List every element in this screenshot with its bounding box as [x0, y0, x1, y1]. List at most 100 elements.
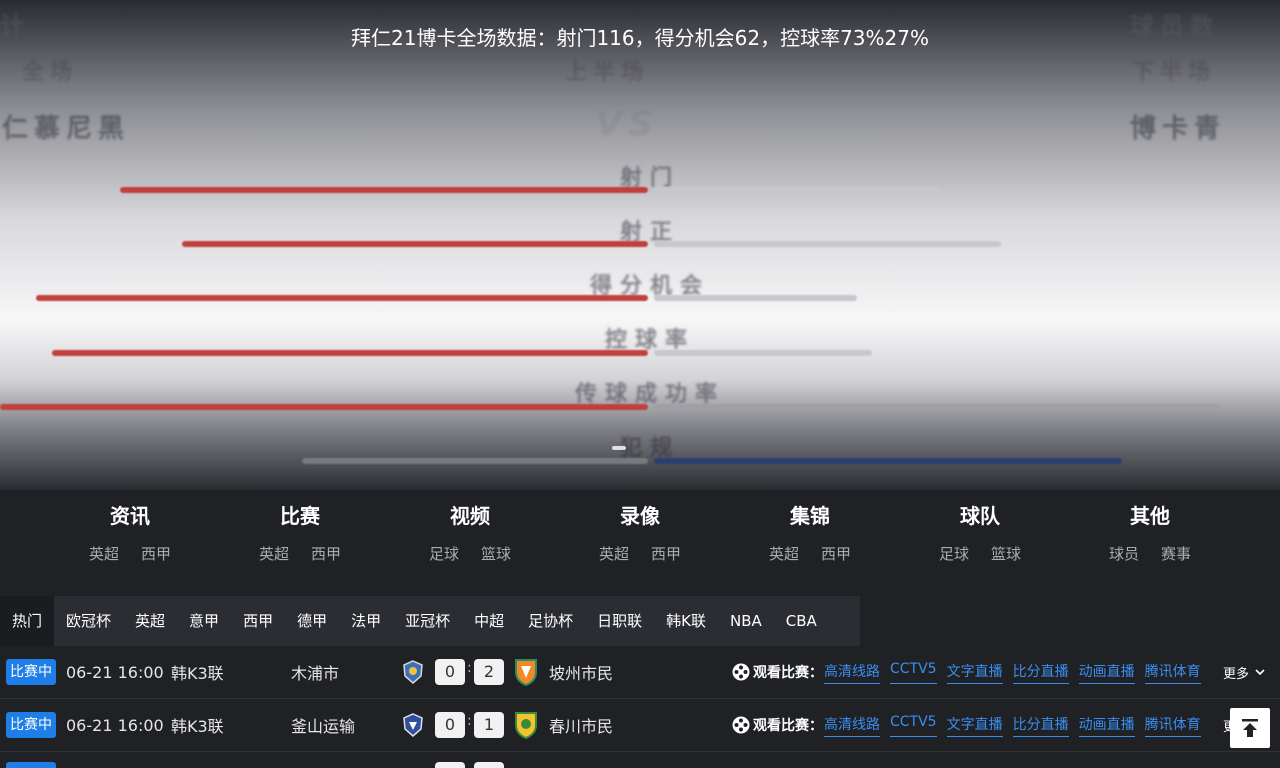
watch-label: 观看比赛：	[753, 665, 823, 681]
category-videos: 视频 足球 篮球	[395, 490, 545, 580]
tab-ucl[interactable]: 欧冠杯	[54, 596, 123, 646]
home-team-logo-icon	[403, 660, 423, 684]
stream-link-score[interactable]: 比分直播	[1012, 714, 1069, 737]
stream-link-text[interactable]: 文字直播	[946, 714, 1003, 737]
category-sub-link[interactable]: 英超	[599, 543, 629, 564]
tab-hot[interactable]: 热门	[0, 596, 55, 646]
ghost-home-team: 拜仁慕尼黑	[0, 114, 131, 144]
home-team[interactable]: 木浦市	[291, 660, 339, 684]
stream-link-hd[interactable]: 高清线路	[824, 661, 880, 684]
ghost-tab-second-half: 下半场	[1132, 60, 1217, 85]
shots-home-bar	[120, 187, 648, 193]
category-sub-link[interactable]: 西甲	[651, 543, 681, 564]
tab-afc-cl[interactable]: 亚冠杯	[393, 596, 462, 646]
watch-label: 观看比赛：	[753, 718, 823, 734]
category-replays: 录像 英超 西甲	[565, 490, 715, 580]
away-team[interactable]: 春川市民	[549, 713, 613, 737]
match-league[interactable]: 韩K3联	[171, 660, 224, 684]
stream-link-score[interactable]: 比分直播	[1012, 661, 1069, 684]
category-teams: 球队 足球 篮球	[905, 490, 1055, 580]
ghost-vs: VS	[596, 104, 659, 144]
film-reel-icon	[732, 716, 750, 734]
stream-link-tencent[interactable]: 腾讯体育	[1144, 714, 1201, 737]
league-tabs: 热门 欧冠杯 英超 意甲 西甲 德甲 法甲 亚冠杯 中超 足协杯 日职联 韩K联…	[0, 596, 860, 646]
score-separator: :	[467, 713, 472, 729]
ghost-away-team: 博卡青	[1130, 114, 1227, 144]
away-team[interactable]: 坡州市民	[549, 660, 613, 684]
tab-j-league[interactable]: 日职联	[585, 596, 654, 646]
fouls-home-bar	[302, 458, 648, 464]
home-team[interactable]: 釜山运输	[291, 713, 355, 737]
possession-home-bar	[52, 350, 648, 356]
back-to-top-button[interactable]	[1230, 708, 1270, 748]
stream-link-cctv5[interactable]: CCTV5	[890, 714, 937, 737]
category-sub-link[interactable]: 英超	[89, 543, 119, 564]
category-news: 资讯 英超 西甲	[55, 490, 205, 580]
category-sub-link[interactable]: 足球	[939, 543, 969, 564]
home-team-logo-icon	[403, 713, 423, 737]
live-status-badge: 比赛中	[6, 712, 56, 738]
category-nav: 资讯 英超 西甲 比赛 英超 西甲 视频 足球 篮球 录像 英超 西甲 集锦 英超 西甲 …	[0, 490, 1280, 580]
category-sub-link[interactable]: 球员	[1109, 543, 1139, 564]
category-sub-link[interactable]: 足球	[429, 543, 459, 564]
pass-rate-home-bar	[0, 404, 648, 410]
more-button[interactable]: 更多	[1223, 663, 1249, 682]
home-score: 0	[435, 659, 465, 685]
stream-link-tencent[interactable]: 腾讯体育	[1144, 661, 1201, 684]
category-sub-link[interactable]: 赛事	[1161, 543, 1191, 564]
stream-link-hd[interactable]: 高清线路	[824, 714, 880, 737]
category-title[interactable]: 集锦	[735, 500, 885, 529]
chances-away-bar	[654, 295, 857, 301]
hero-title: 拜仁21博卡全场数据：射门116，得分机会62，控球率73%27%	[351, 26, 929, 50]
category-sub-link[interactable]: 西甲	[311, 543, 341, 564]
match-row-partial	[6, 762, 56, 768]
match-row[interactable]: 比赛中 06-21 16:00 韩K3联 木浦市 0 : 2 坡州市民 观看比赛…	[0, 646, 1280, 699]
category-sub-link[interactable]: 英超	[259, 543, 289, 564]
score-separator: :	[467, 660, 472, 676]
category-sub-link[interactable]: 西甲	[821, 543, 851, 564]
category-sub-link[interactable]: 篮球	[481, 543, 511, 564]
category-title[interactable]: 录像	[565, 500, 715, 529]
stream-links: 高清线路 CCTV5 文字直播 比分直播 动画直播 腾讯体育	[824, 661, 1201, 684]
tab-ligue-1[interactable]: 法甲	[339, 596, 393, 646]
category-title[interactable]: 资讯	[55, 500, 205, 529]
category-sub-link[interactable]: 西甲	[141, 543, 171, 564]
ghost-tab-first-half: 上半场	[565, 60, 650, 85]
tab-epl[interactable]: 英超	[123, 596, 177, 646]
stream-link-animation[interactable]: 动画直播	[1078, 661, 1135, 684]
back-to-top-icon	[1242, 719, 1258, 737]
stream-link-animation[interactable]: 动画直播	[1078, 714, 1135, 737]
tab-csl[interactable]: 中超	[462, 596, 516, 646]
chevron-down-icon[interactable]	[1254, 666, 1266, 678]
category-sub-link[interactable]: 篮球	[991, 543, 1021, 564]
match-row[interactable]: 比赛中 06-21 16:00 韩K3联 釜山运输 0 : 1 春川市民 观看比…	[0, 699, 1280, 752]
away-team-logo-icon	[515, 659, 537, 686]
match-league[interactable]: 韩K3联	[171, 713, 224, 737]
stream-link-text[interactable]: 文字直播	[946, 661, 1003, 684]
tab-serie-a[interactable]: 意甲	[177, 596, 231, 646]
category-title[interactable]: 其他	[1075, 500, 1225, 529]
tab-cba[interactable]: CBA	[774, 596, 829, 646]
away-score: 1	[474, 712, 504, 738]
hero-banner[interactable]: 拜仁21博卡全场数据：射门116，得分机会62，控球率73%27% 计 球员数 …	[0, 0, 1280, 490]
tab-bundesliga[interactable]: 德甲	[285, 596, 339, 646]
tab-k-league[interactable]: 韩K联	[654, 596, 718, 646]
possession-away-bar	[654, 350, 872, 356]
on-target-away-bar	[654, 241, 1001, 247]
match-time: 06-21 16:00	[66, 662, 164, 682]
pass-rate-away-bar	[654, 404, 1220, 410]
category-other: 其他 球员 赛事	[1075, 490, 1225, 580]
score-partial	[474, 762, 504, 768]
category-title[interactable]: 球队	[905, 500, 1055, 529]
stream-link-cctv5[interactable]: CCTV5	[890, 661, 937, 684]
tab-fa-cup[interactable]: 足协杯	[516, 596, 585, 646]
tab-la-liga[interactable]: 西甲	[231, 596, 285, 646]
away-score: 2	[474, 659, 504, 685]
carousel-indicator[interactable]	[612, 446, 626, 450]
tab-nba[interactable]: NBA	[718, 596, 774, 646]
category-title[interactable]: 比赛	[225, 500, 375, 529]
film-reel-icon	[732, 663, 750, 681]
fouls-away-bar	[654, 458, 1122, 464]
category-sub-link[interactable]: 英超	[769, 543, 799, 564]
category-title[interactable]: 视频	[395, 500, 545, 529]
